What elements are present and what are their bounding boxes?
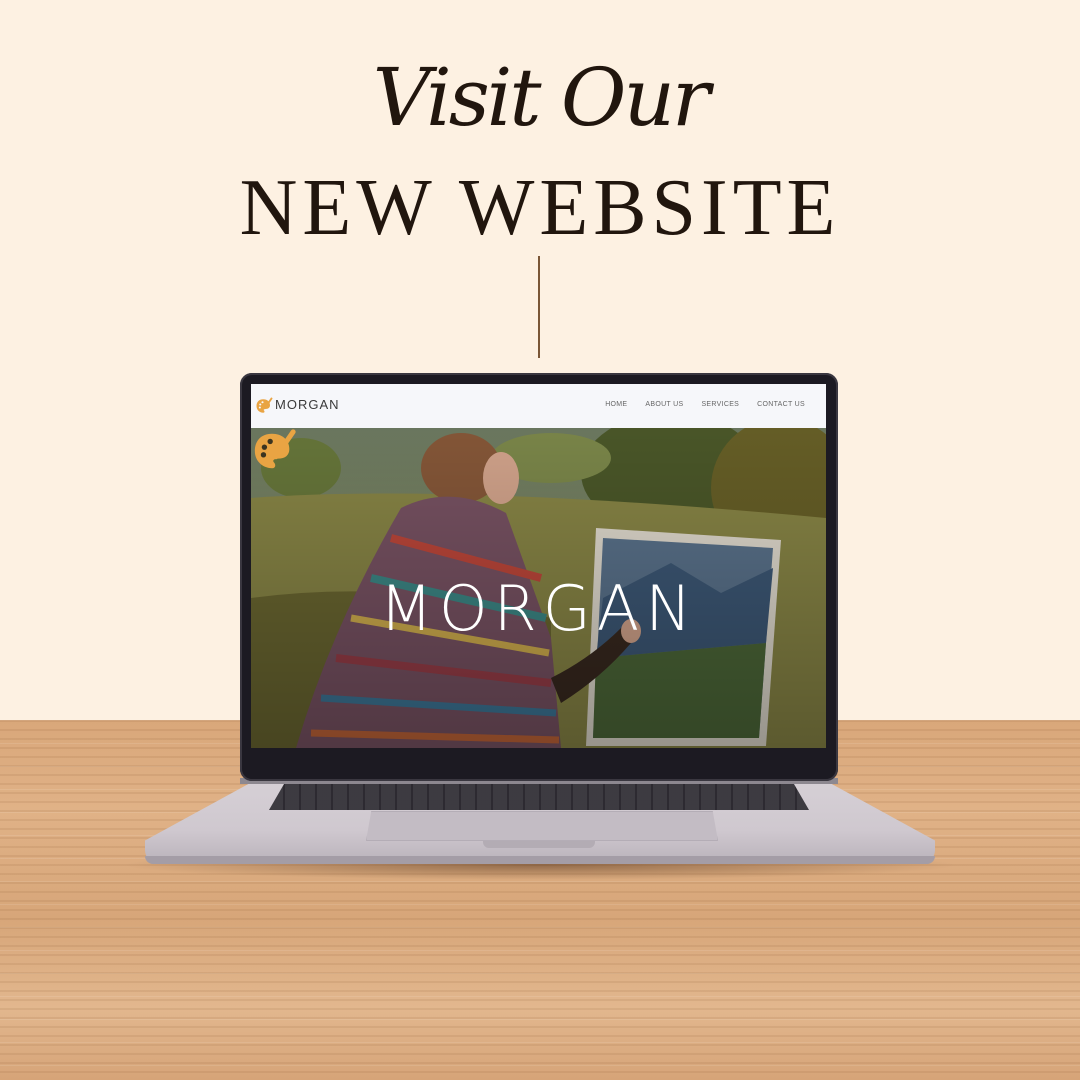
website-nav-bar: MORGAN HOME ABOUT US SERVICES CONTACT US	[251, 384, 826, 428]
connector-line	[538, 256, 540, 358]
laptop-front-edge	[145, 856, 935, 864]
headline-visit-our: Visit Our	[372, 51, 711, 144]
nav-link-contact[interactable]: CONTACT US	[757, 401, 805, 408]
nav-link-services[interactable]: SERVICES	[701, 401, 739, 408]
hero-title: MORGAN	[379, 572, 698, 645]
nav-brand[interactable]: MORGAN	[275, 397, 340, 412]
nav-link-about[interactable]: ABOUT US	[645, 401, 683, 408]
hero-section: MORGAN	[251, 428, 826, 748]
laptop-screen: MORGAN HOME ABOUT US SERVICES CONTACT US	[251, 384, 826, 748]
palette-brush-icon	[254, 429, 296, 469]
laptop-front-notch	[483, 841, 595, 848]
laptop-trackpad	[366, 811, 718, 841]
nav-links: HOME ABOUT US SERVICES CONTACT US	[605, 401, 805, 408]
laptop-lid: MORGAN HOME ABOUT US SERVICES CONTACT US	[240, 373, 838, 781]
headline-new-website: NEW WEBSITE	[239, 164, 841, 252]
nav-link-home[interactable]: HOME	[605, 401, 627, 408]
palette-brush-icon[interactable]	[255, 397, 273, 415]
keyboard-keys	[269, 782, 809, 810]
